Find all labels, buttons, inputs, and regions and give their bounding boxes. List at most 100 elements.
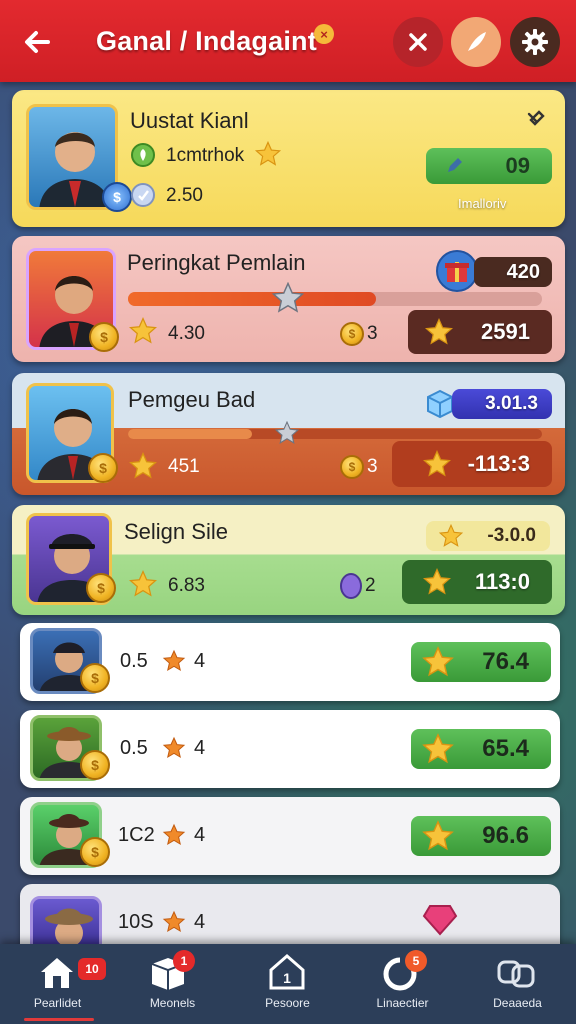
score-value: 09 [505, 153, 530, 178]
top-score-value: 3.01.3 [485, 393, 538, 414]
medal-icon [162, 910, 186, 933]
row-score: 1C2 [118, 824, 155, 846]
coin-icon: $ [80, 663, 110, 693]
svg-text:1: 1 [283, 970, 291, 986]
medal-icon [162, 649, 186, 672]
settings-button[interactable] [510, 17, 560, 67]
nav-item-house[interactable]: 1 Pesoore [230, 944, 345, 1024]
nav-badge: 10 [78, 958, 106, 980]
nav-item-swap[interactable]: Deaaeda [460, 944, 575, 1024]
nav-item-box[interactable]: 1 Meonels [115, 944, 230, 1024]
house-1-icon: 1 [269, 954, 305, 990]
stars-value: 451 [168, 456, 200, 477]
home-icon [41, 958, 73, 988]
pencil-icon [448, 158, 462, 172]
player-card-1[interactable]: $ Uustat Kianl 1cmtrhok 2.50 09 Imallori… [12, 90, 565, 227]
medal-icon [162, 823, 186, 846]
top-score-pill: 3.01.3 [452, 389, 552, 419]
nav-label: Pearlidet [33, 996, 82, 1010]
player-name: Peringkat Pemlain [127, 250, 306, 275]
score-pill: 09 [426, 148, 552, 184]
star-icon [128, 569, 158, 597]
coin-icon: $ [340, 322, 364, 346]
star-icon [422, 820, 454, 851]
score-pill: 76.4 [411, 642, 551, 682]
gift-icon [436, 250, 478, 292]
score-pill: 65.4 [411, 729, 551, 769]
coin-icon: $ [86, 573, 116, 603]
nav-label: Deaaeda [493, 996, 542, 1010]
close-icon [409, 33, 427, 51]
star-icon [128, 451, 158, 479]
score-value: 65.4 [482, 735, 529, 762]
score-value: 2591 [481, 319, 530, 344]
stars-value: 6.83 [168, 575, 205, 596]
top-score-value: -3.0.0 [487, 525, 536, 546]
list-row-3[interactable]: $ 1C2 4 96.6 [20, 797, 560, 875]
arrow-left-icon [25, 31, 50, 53]
player-card-3[interactable]: $ Pemgeu Bad 3.01.3 451 $ 3 -113:3 [12, 373, 565, 495]
top-score-value: 420 [506, 260, 540, 283]
rank-coin-icon: $ [102, 182, 132, 212]
nav-label: Pesoore [265, 996, 310, 1010]
nav-item-home[interactable]: 10 Pearlidet [0, 944, 115, 1024]
score-value: 1250 [480, 910, 529, 935]
top-score-pill: -3.0.0 [426, 521, 550, 551]
gem-icon [131, 183, 155, 207]
star-icon [422, 733, 454, 764]
player-card-2[interactable]: $ Peringkat Pemlain 420 4.30 $ 3 2591 [12, 236, 565, 362]
top-score-pill: 420 [474, 257, 552, 287]
row-count: 4 [194, 650, 206, 672]
score-value: 113:0 [474, 569, 530, 594]
nav-badge: 1 [173, 950, 195, 972]
pin-icon [527, 110, 545, 126]
player-name: Pemgeu Bad [128, 387, 256, 412]
pill-sublabel: Imalloriv [458, 196, 507, 211]
nav-label: Linaectier [376, 996, 429, 1010]
player-stat-2: 2.50 [166, 185, 203, 206]
star-icon [128, 316, 158, 344]
score-pill: -113:3 [392, 441, 552, 487]
feather-icon [468, 32, 486, 51]
close-button[interactable] [393, 17, 443, 67]
progress-star-marker-icon [271, 282, 305, 313]
coin-icon: $ [340, 455, 364, 479]
star-icon [422, 567, 452, 595]
star-icon [422, 449, 452, 477]
stars-value: 4.30 [168, 323, 205, 344]
progress-track [128, 429, 542, 439]
gem-icon [340, 573, 362, 599]
star-icon [422, 646, 454, 677]
top-bar: Ganal / Indagaint × [0, 0, 576, 82]
row-score: 0.5 [120, 650, 148, 672]
score-value: -113:3 [467, 451, 530, 476]
coins-value: 3 [367, 323, 378, 344]
gear-icon [522, 29, 548, 55]
player-stat-1: 1cmtrhok [166, 145, 245, 166]
score-pill: 113:0 [402, 560, 552, 604]
back-button[interactable] [18, 22, 58, 62]
coin-icon: $ [89, 322, 119, 352]
shield-green-icon [131, 143, 155, 167]
player-name: Selign Sile [124, 519, 228, 544]
row-count: 4 [194, 824, 206, 846]
nav-badge: 5 [405, 950, 427, 972]
list-row-1[interactable]: $ 0.5 4 76.4 [20, 623, 560, 701]
nav-label: Meonels [149, 996, 196, 1010]
row-score: 0.5 [120, 737, 148, 759]
bottom-nav: 10 Pearlidet 1 Meonels 1 Pesoore 5 Linae… [0, 944, 576, 1024]
row-count: 4 [194, 737, 206, 759]
star-icon [254, 140, 282, 166]
feather-button[interactable] [451, 17, 501, 67]
coin-icon: $ [80, 837, 110, 867]
score-pill: 2591 [408, 310, 552, 354]
player-card-4[interactable]: $ Selign Sile -3.0.0 6.83 2 113:0 [12, 505, 565, 615]
title-badge-icon: × [314, 24, 334, 44]
list-row-2[interactable]: $ 0.5 4 65.4 [20, 710, 560, 788]
coin-icon: $ [80, 750, 110, 780]
progress-track [128, 292, 542, 306]
nav-item-refresh[interactable]: 5 Linaectier [345, 944, 460, 1024]
star-icon [438, 523, 464, 547]
score-value: 76.4 [482, 648, 529, 675]
medal-icon [162, 736, 186, 759]
